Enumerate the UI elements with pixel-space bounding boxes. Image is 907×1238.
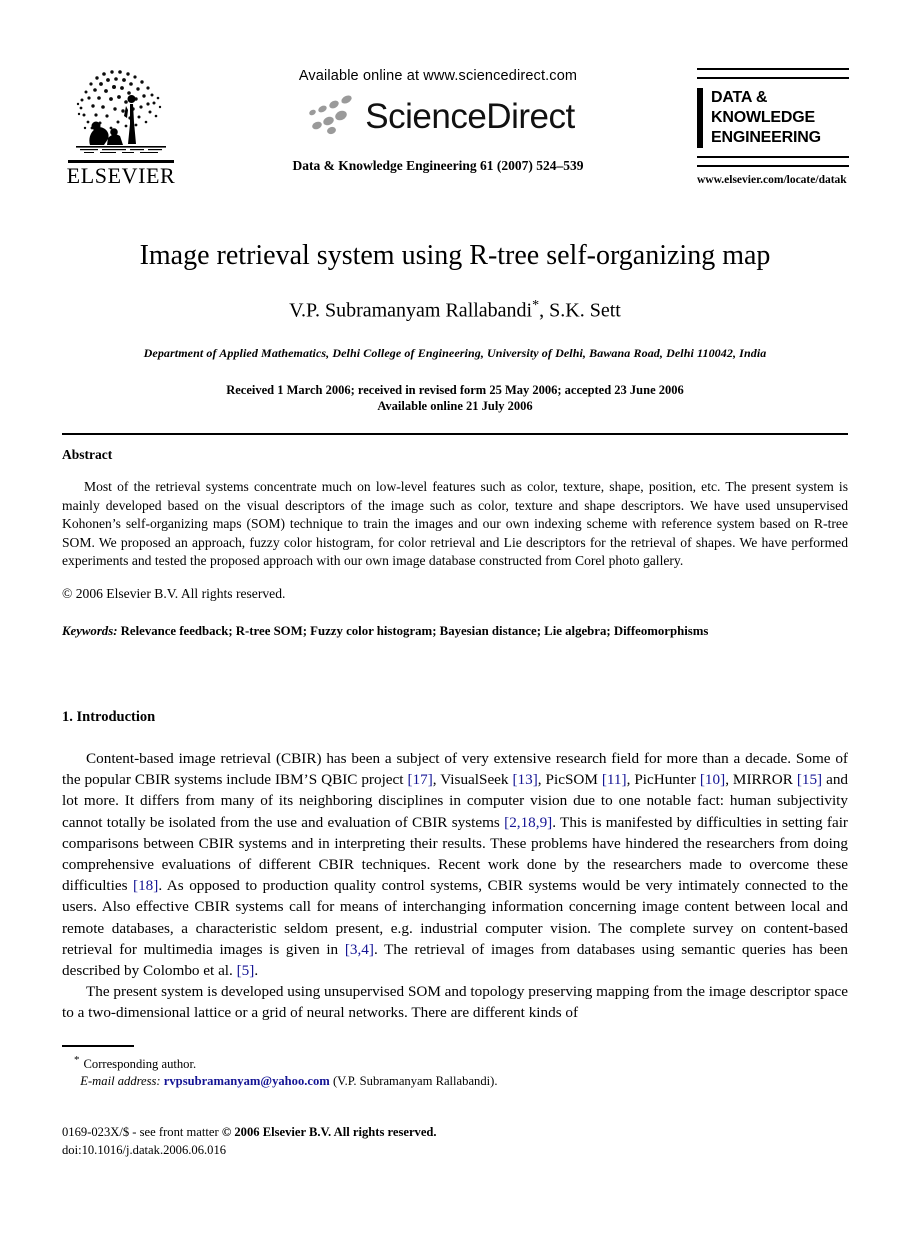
citation-ref-10[interactable]: [10]	[700, 771, 725, 788]
footnote-email-line: E-mail address: rvpsubramanyam@yahoo.com…	[62, 1073, 848, 1090]
intro-p1-seg-4: , PicHunter	[626, 771, 700, 789]
footnote-section: * Corresponding author. E-mail address: r…	[62, 1045, 848, 1090]
elsevier-wordmark: ELSEVIER	[66, 163, 176, 188]
citation-ref-5[interactable]: [5]	[237, 962, 255, 979]
sciencedirect-wordmark: ScienceDirect	[365, 96, 575, 136]
intro-p1-seg-2: , VisualSeek	[432, 771, 513, 789]
article-history-line-1: Received 1 March 2006; received in revis…	[226, 382, 684, 397]
keywords-label: Keywords:	[62, 624, 118, 639]
journal-title-line-2: KNOWLEDGE	[711, 109, 815, 126]
journal-logo-bar	[697, 88, 703, 148]
citation-ref-3-4[interactable]: [3,4]	[345, 941, 374, 958]
issn-text: 0169-023X/$ - see front matter	[62, 1125, 222, 1139]
journal-citation: Data & Knowledge Engineering 61 (2007) 5…	[292, 158, 584, 173]
masthead: ELSEVIER Available online at www.science…	[0, 0, 907, 205]
introduction-section: 1. Introduction Content-based image retr…	[62, 709, 848, 1024]
citation-ref-2-18-9[interactable]: [2,18,9]	[504, 814, 552, 831]
paper-page: ELSEVIER Available online at www.science…	[0, 0, 907, 1238]
keywords-values: Relevance feedback; R-tree SOM; Fuzzy co…	[120, 624, 709, 639]
article-history: Received 1 March 2006; received in revis…	[62, 382, 848, 414]
sciencedirect-logo: ScienceDirect	[228, 90, 648, 142]
keywords-line: Keywords: Relevance feedback; R-tree SOM…	[62, 623, 848, 640]
citation-ref-15[interactable]: [15]	[797, 771, 822, 788]
citation-ref-13[interactable]: [13]	[512, 771, 537, 788]
journal-logo-top-rule	[697, 68, 849, 79]
abstract-text: Most of the retrieval systems concentrat…	[62, 479, 848, 569]
author-primary: V.P. Subramanyam Rallabandi	[289, 299, 533, 322]
abstract-heading: Abstract	[62, 447, 113, 462]
introduction-paragraph-1: Content-based image retrieval (CBIR) has…	[62, 748, 848, 981]
available-online-text: Available online at www.sciencedirect.co…	[298, 68, 578, 84]
footnote-corresponding-author: * Corresponding author.	[62, 1052, 848, 1073]
imprint-copyright: © 2006 Elsevier B.V. All rights reserved…	[221, 1125, 437, 1139]
sciencedirect-dots-icon	[301, 93, 363, 138]
email-link[interactable]: rvpsubramanyam@yahoo.com	[164, 1074, 330, 1088]
citation-ref-11[interactable]: [11]	[602, 771, 627, 788]
intro-p1-seg-10: .	[254, 962, 259, 980]
issn-front-matter-line: 0169-023X/$ - see front matter © 2006 El…	[62, 1124, 848, 1142]
journal-logo-bottom-rule	[697, 156, 849, 167]
author-list: V.P. Subramanyam Rallabandi*, S.K. Sett	[62, 298, 848, 323]
elsevier-logo: ELSEVIER	[62, 62, 180, 194]
imprint-section: 0169-023X/$ - see front matter © 2006 El…	[62, 1124, 848, 1159]
email-label: E-mail address:	[80, 1074, 161, 1089]
journal-title-line-3: ENGINEERING	[711, 129, 821, 146]
abstract-copyright: © 2006 Elsevier B.V. All rights reserved…	[62, 585, 286, 601]
citation-ref-18[interactable]: [18]	[133, 877, 158, 894]
journal-logo: DATA & KNOWLEDGE ENGINEERING www.elsevie…	[697, 68, 849, 186]
citation-ref-17[interactable]: [17]	[407, 771, 432, 788]
author-secondary: , S.K. Sett	[539, 299, 621, 322]
abstract-top-divider	[62, 433, 848, 435]
intro-p1-seg-5: , MIRROR	[725, 771, 797, 789]
journal-title-line-1: DATA &	[711, 89, 768, 106]
affiliation: Department of Applied Mathematics, Delhi…	[143, 345, 767, 360]
footnote-divider	[62, 1045, 134, 1047]
journal-url[interactable]: www.elsevier.com/locate/datak	[697, 174, 849, 186]
footnote-star-marker: *	[74, 1054, 80, 1066]
abstract-section: Abstract Most of the retrieval systems c…	[62, 447, 848, 640]
title-block: Image retrieval system using R-tree self…	[62, 238, 848, 414]
intro-p1-seg-3: , PicSOM	[537, 771, 602, 789]
email-owner: (V.P. Subramanyam Rallabandi).	[332, 1074, 498, 1089]
page-title: Image retrieval system using R-tree self…	[139, 240, 771, 271]
doi-line: doi:10.1016/j.datak.2006.06.016	[62, 1142, 227, 1157]
footnote-corresponding-text: Corresponding author.	[83, 1057, 197, 1072]
journal-logo-body: DATA & KNOWLEDGE ENGINEERING	[697, 79, 849, 156]
elsevier-tree-icon	[70, 62, 172, 160]
sciencedirect-block: Available online at www.sciencedirect.co…	[228, 68, 648, 174]
article-history-line-2: Available online 21 July 2006	[377, 398, 533, 413]
introduction-heading: 1. Introduction	[62, 709, 156, 725]
introduction-paragraph-2: The present system is developed using un…	[62, 983, 848, 1022]
